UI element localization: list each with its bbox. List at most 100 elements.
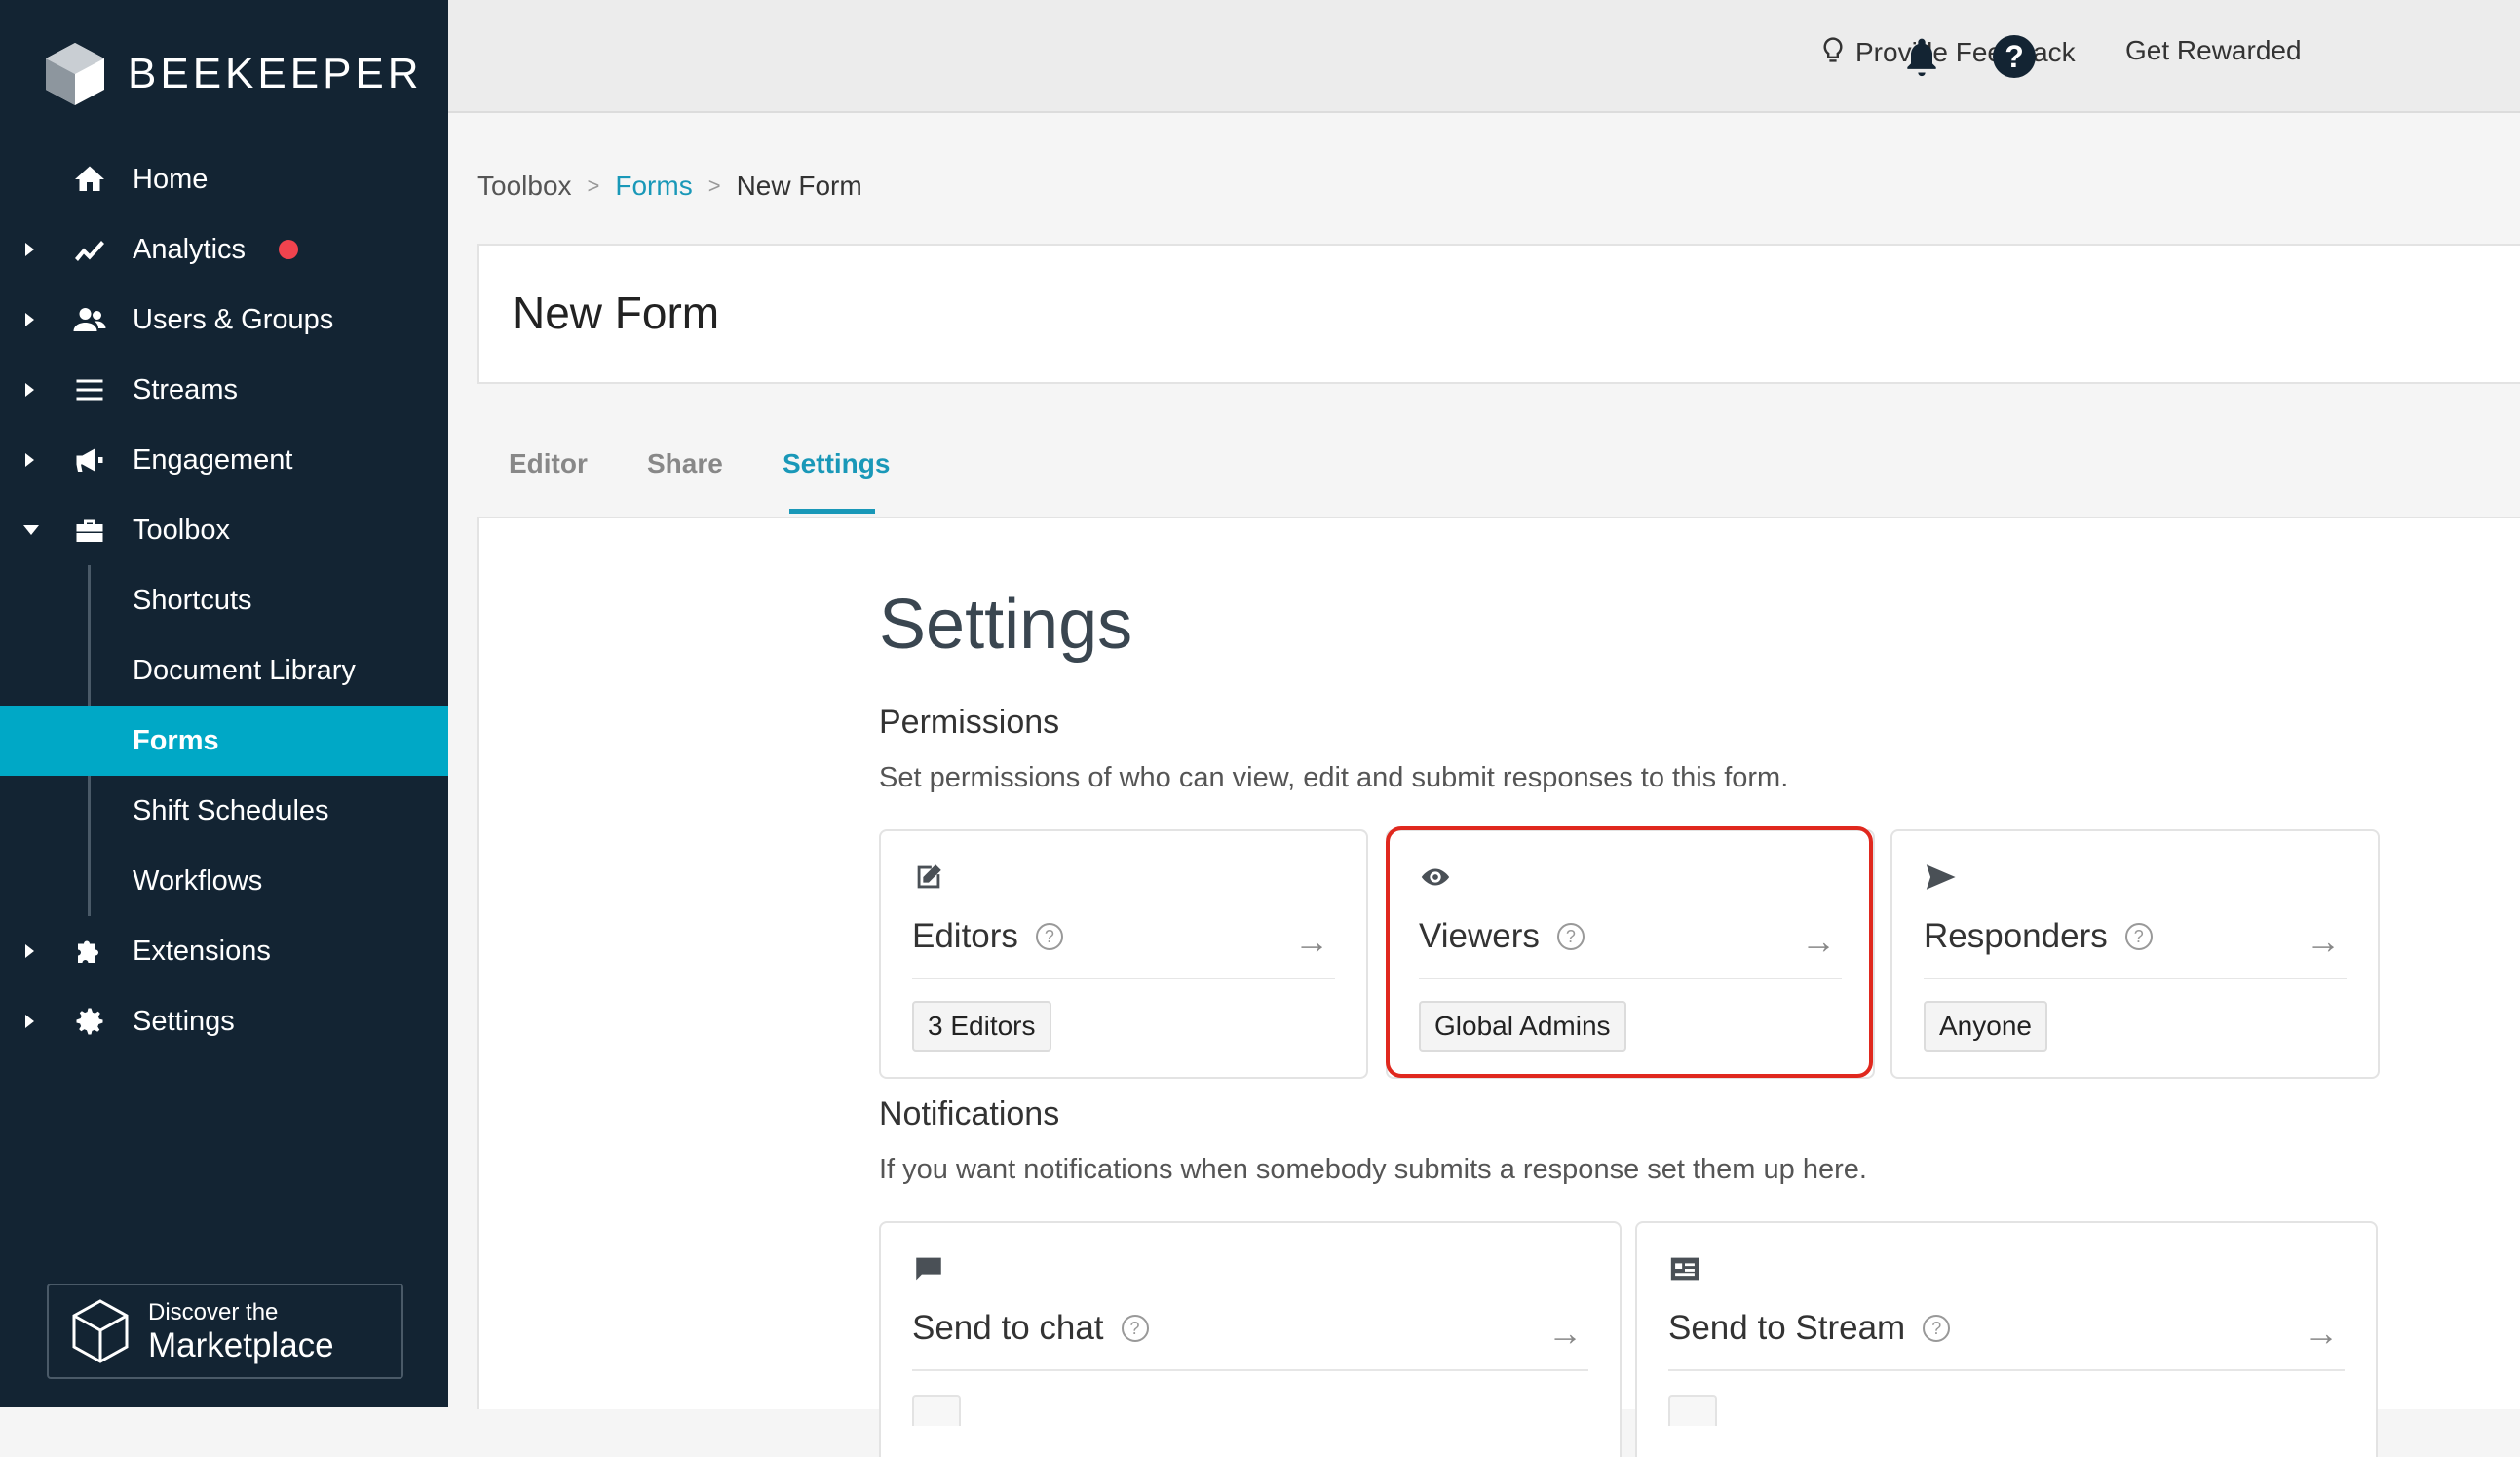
sidebar-subitem-label: Shortcuts	[133, 584, 252, 616]
beekeeper-logo-icon	[46, 43, 104, 105]
card-divider	[912, 1369, 1588, 1371]
sidebar: BEEKEEPER Home Analytics Users & Groups …	[0, 0, 448, 1407]
megaphone-icon	[70, 441, 109, 479]
responders-value-badge: Anyone	[1924, 1001, 2047, 1052]
tab-editor[interactable]: Editor	[509, 448, 588, 479]
breadcrumb-toolbox[interactable]: Toolbox	[477, 171, 572, 202]
tab-share[interactable]: Share	[647, 448, 723, 479]
toolbox-icon	[70, 511, 109, 550]
breadcrumb-forms[interactable]: Forms	[615, 171, 692, 202]
sidebar-item-extensions[interactable]: Extensions	[0, 916, 448, 986]
sidebar-item-users-groups[interactable]: Users & Groups	[0, 285, 448, 355]
editors-title: Editors	[912, 917, 1018, 955]
help-circle-icon[interactable]: ?	[1923, 1315, 1951, 1342]
get-rewarded-link[interactable]: Get Rewarded	[2125, 35, 2302, 66]
arrow-right-icon[interactable]: →	[1547, 1313, 1583, 1354]
viewers-highlight-outline	[1386, 826, 1873, 1078]
notification-dot	[279, 240, 298, 259]
marketplace-cube-icon	[72, 1299, 129, 1363]
help-circle-icon[interactable]: ?	[1035, 923, 1063, 950]
breadcrumb-separator: >	[707, 173, 721, 198]
home-icon	[70, 160, 109, 199]
sidebar-item-label: Streams	[133, 373, 238, 405]
provide-feedback-label: Provide Feedback	[1855, 37, 2076, 67]
sidebar-item-analytics[interactable]: Analytics	[0, 214, 448, 285]
expand-caret-icon[interactable]	[25, 1015, 34, 1028]
notifications-heading: Notifications	[879, 1095, 1060, 1132]
marketplace-line2: Marketplace	[148, 1325, 334, 1364]
arrow-right-icon[interactable]: →	[1294, 921, 1329, 962]
sidebar-item-label: Settings	[133, 1005, 235, 1037]
sidebar-item-toolbox[interactable]: Toolbox	[0, 495, 448, 565]
edit-icon	[912, 861, 945, 894]
send-to-stream-card[interactable]: Send to Stream? →	[1635, 1221, 2378, 1457]
help-icon[interactable]: ?	[1993, 35, 2036, 78]
stream-card-icon	[1668, 1252, 1701, 1285]
card-divider	[1668, 1369, 2345, 1371]
send-to-chat-title: Send to chat	[912, 1309, 1104, 1347]
sidebar-subitem-workflows[interactable]: Workflows	[0, 846, 448, 916]
gear-icon	[70, 1002, 109, 1041]
sidebar-item-label: Extensions	[133, 935, 271, 967]
sidebar-subitem-label: Workflows	[133, 864, 263, 897]
expand-caret-icon[interactable]	[25, 243, 34, 256]
card-toggle-stub[interactable]	[912, 1395, 961, 1426]
page-title: New Form	[513, 288, 720, 338]
expand-caret-icon[interactable]	[25, 313, 34, 326]
send-to-chat-card[interactable]: Send to chat? →	[879, 1221, 1622, 1457]
sidebar-item-home[interactable]: Home	[0, 144, 448, 214]
sidebar-subitem-label: Shift Schedules	[133, 794, 329, 826]
sidebar-item-streams[interactable]: Streams	[0, 355, 448, 425]
editors-card[interactable]: Editors? → 3 Editors	[879, 829, 1368, 1079]
sidebar-item-label: Analytics	[133, 233, 247, 265]
expand-caret-icon[interactable]	[25, 944, 34, 958]
sidebar-item-label: Home	[133, 163, 209, 195]
collapse-caret-icon[interactable]	[23, 525, 39, 535]
sidebar-item-label: Users & Groups	[133, 303, 334, 335]
arrow-right-icon[interactable]: →	[2304, 1313, 2339, 1354]
breadcrumb-separator: >	[587, 173, 600, 198]
expand-caret-icon[interactable]	[25, 453, 34, 467]
lightbulb-icon	[1823, 37, 1843, 62]
brand-logo[interactable]: BEEKEEPER	[44, 35, 423, 113]
provide-feedback-link[interactable]: Provide Feedback	[1818, 35, 2076, 70]
sidebar-subitem-forms[interactable]: Forms	[0, 706, 448, 776]
card-divider	[1924, 978, 2347, 979]
active-tab-indicator	[789, 509, 875, 514]
breadcrumb-current: New Form	[736, 171, 862, 201]
responders-title: Responders	[1924, 917, 2108, 955]
puzzle-icon	[70, 932, 109, 971]
notifications-description: If you want notifications when somebody …	[879, 1154, 1867, 1185]
expand-caret-icon[interactable]	[25, 383, 34, 397]
arrow-right-icon[interactable]: →	[2306, 921, 2341, 962]
bell-icon[interactable]	[1900, 35, 1943, 78]
help-circle-icon[interactable]: ?	[2124, 923, 2153, 950]
streams-icon	[70, 370, 109, 409]
marketplace-button[interactable]: Discover the Marketplace	[47, 1284, 403, 1379]
sidebar-item-settings[interactable]: Settings	[0, 986, 448, 1056]
permissions-heading: Permissions	[879, 704, 1060, 741]
card-toggle-stub[interactable]	[1668, 1395, 1717, 1426]
sidebar-subitem-shortcuts[interactable]: Shortcuts	[0, 565, 448, 635]
form-title-card: New Form	[477, 244, 2520, 384]
sidebar-subitem-label: Forms	[133, 724, 219, 756]
tab-settings[interactable]: Settings	[783, 448, 890, 479]
breadcrumb: Toolbox > Forms > New Form	[477, 171, 862, 202]
sidebar-subitem-document-library[interactable]: Document Library	[0, 635, 448, 706]
responders-card[interactable]: Responders? → Anyone	[1890, 829, 2380, 1079]
send-to-stream-title: Send to Stream	[1668, 1309, 1906, 1347]
get-rewarded-label: Get Rewarded	[2125, 35, 2302, 65]
marketplace-line1: Discover the	[148, 1298, 279, 1325]
brand-name: BEEKEEPER	[128, 50, 423, 97]
settings-heading: Settings	[879, 586, 1133, 664]
permissions-description: Set permissions of who can view, edit an…	[879, 762, 1789, 793]
help-circle-icon[interactable]: ?	[1121, 1315, 1149, 1342]
sidebar-subitem-label: Document Library	[133, 654, 356, 686]
analytics-icon	[70, 230, 109, 269]
sidebar-item-label: Engagement	[133, 443, 293, 476]
editors-value-badge: 3 Editors	[912, 1001, 1051, 1052]
sidebar-item-engagement[interactable]: Engagement	[0, 425, 448, 495]
sidebar-subitem-shift-schedules[interactable]: Shift Schedules	[0, 776, 448, 846]
chat-icon	[912, 1252, 945, 1285]
users-icon	[70, 300, 109, 339]
